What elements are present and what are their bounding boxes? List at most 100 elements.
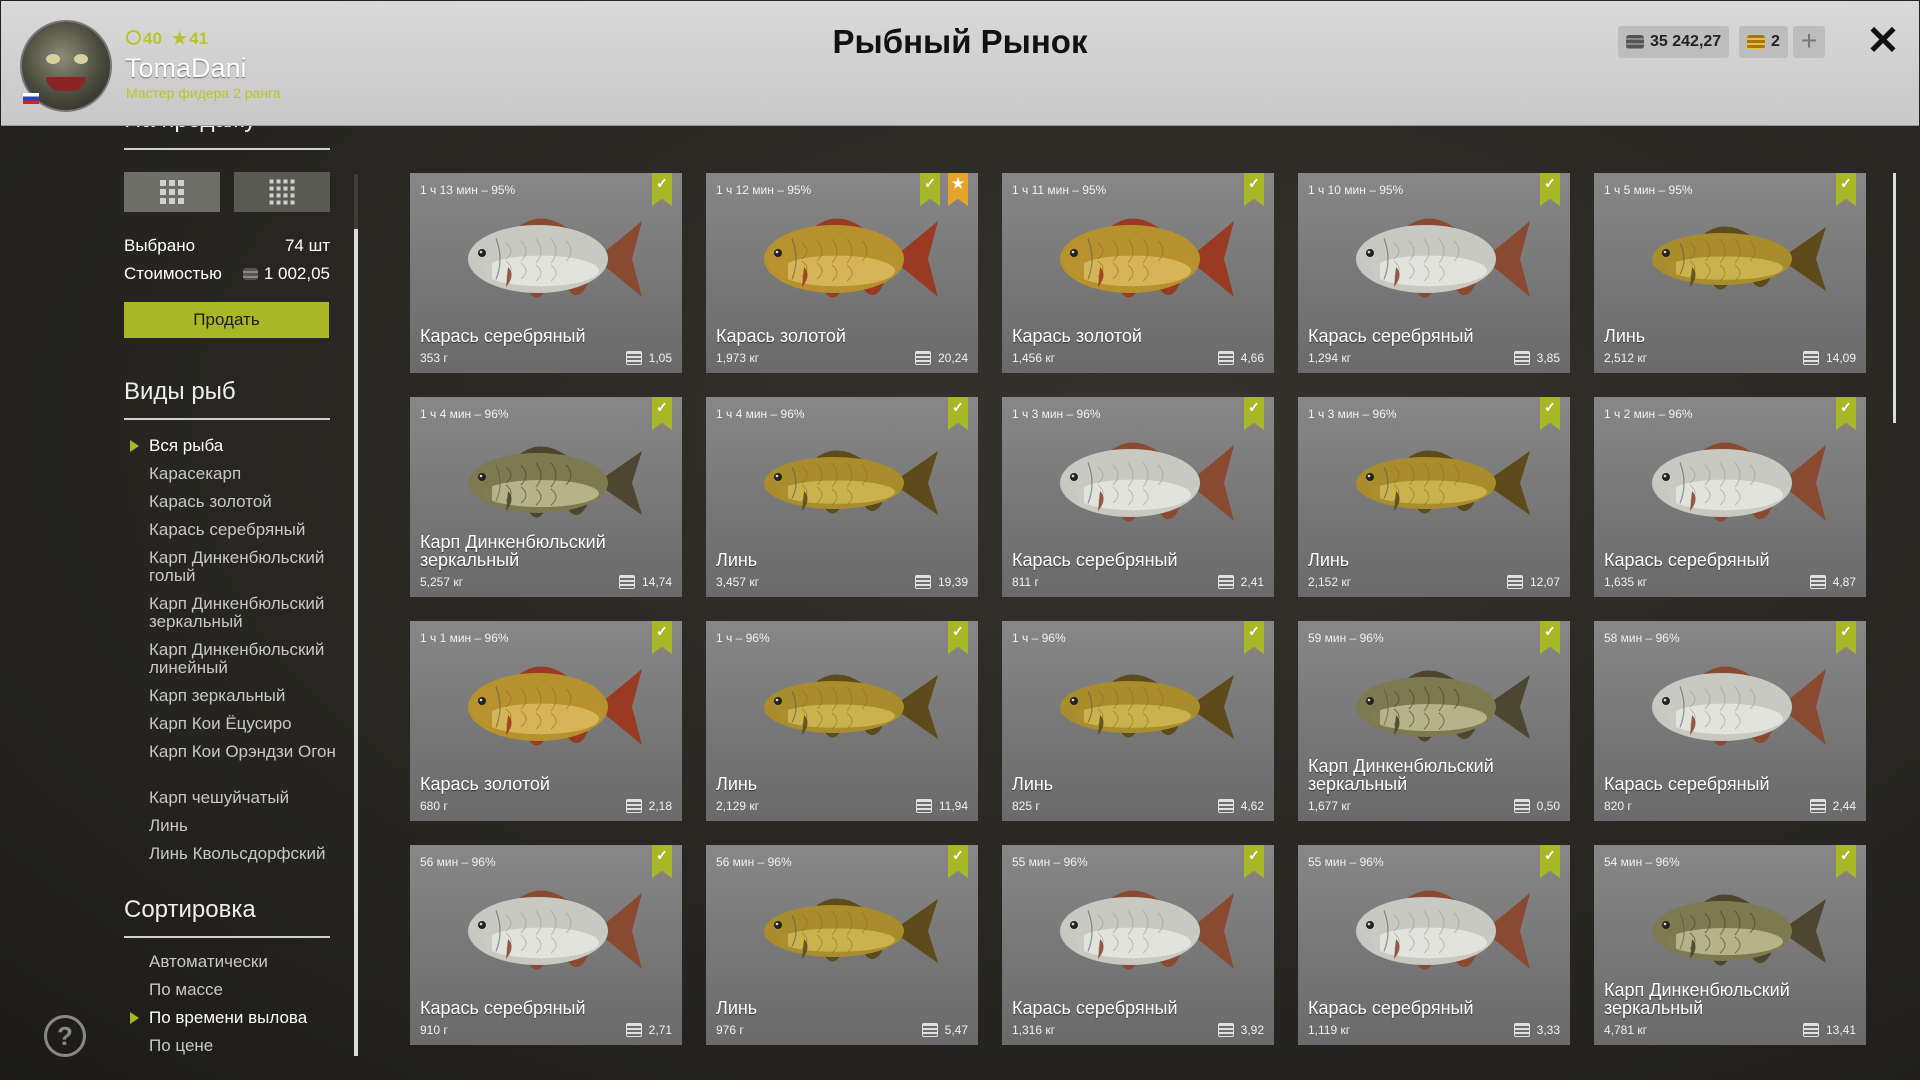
silver-coins-icon	[1626, 35, 1644, 49]
fish-weight: 1,677 кг	[1308, 799, 1351, 813]
silver-coins-icon	[1809, 799, 1826, 813]
fish-name: Карась серебряный	[1604, 774, 1770, 794]
fish-card[interactable]: 54 мин – 96% Карп Динкенбюльский зеркаль…	[1594, 845, 1866, 1045]
species-filter-item[interactable]: Линь Квольсдорфский	[149, 845, 339, 863]
fish-price: 20,24	[914, 351, 968, 365]
silver-coins-icon	[1217, 1023, 1234, 1037]
fish-card[interactable]: 59 мин – 96% Карп Динкенбюльский зеркаль…	[1298, 621, 1570, 821]
sidebar-scrollbar[interactable]	[354, 174, 358, 1056]
fish-card[interactable]: 1 ч 4 мин – 96% Карп Динкенбюльский зерк…	[410, 397, 682, 597]
fish-card[interactable]: 56 мин – 96% Карась серебряный 910 г 2,7…	[410, 845, 682, 1045]
selected-check-icon[interactable]: ✓	[652, 397, 672, 430]
price-value: 3,85	[1536, 351, 1560, 365]
fish-image	[1652, 894, 1826, 966]
fish-card[interactable]: 56 мин – 96% Линь 976 г 5,47 ✓	[706, 845, 978, 1045]
grid-scrollbar[interactable]	[1893, 173, 1896, 423]
fish-card[interactable]: 1 ч – 96% Линь 2,129 кг 11,94 ✓	[706, 621, 978, 821]
species-filter-item[interactable]: Карась серебряный	[149, 521, 339, 539]
selected-check-icon[interactable]: ✓	[1244, 621, 1264, 654]
silver-coins-icon	[1513, 351, 1530, 365]
fish-card[interactable]: 58 мин – 96% Карась серебряный 820 г 2,4…	[1594, 621, 1866, 821]
fish-card[interactable]: 1 ч 3 мин – 96% Линь 2,152 кг 12,07 ✓	[1298, 397, 1570, 597]
selected-check-icon[interactable]: ✓	[652, 173, 672, 206]
species-filter-item[interactable]: Вся рыба	[130, 437, 339, 455]
fish-weight: 2,129 кг	[716, 799, 759, 813]
fish-price: 4,87	[1809, 575, 1856, 589]
species-filter-item[interactable]: Карп Динкенбюльский линейный	[149, 641, 339, 677]
silver-coins-icon	[625, 1023, 642, 1037]
fish-name: Карась золотой	[420, 774, 550, 794]
fish-card[interactable]: 1 ч 4 мин – 96% Линь 3,457 кг 19,39 ✓	[706, 397, 978, 597]
selected-arrow-icon	[130, 440, 139, 452]
price-value: 2,71	[648, 1023, 672, 1037]
fish-price: 5,47	[921, 1023, 968, 1037]
selected-label: Выбрано	[124, 236, 196, 255]
selected-check-icon[interactable]: ✓	[652, 621, 672, 654]
species-filter-item[interactable]: Карасекарп	[149, 465, 339, 483]
help-button[interactable]: ?	[44, 1015, 86, 1057]
fish-card[interactable]: 1 ч 1 мин – 96% Карась золотой 680 г 2,1…	[410, 621, 682, 821]
fish-card[interactable]: 1 ч 5 мин – 95% Линь 2,512 кг 14,09 ✓	[1594, 173, 1866, 373]
fish-card[interactable]: 55 мин – 96% Карась серебряный 1,119 кг …	[1298, 845, 1570, 1045]
selected-check-icon[interactable]: ✓	[652, 845, 672, 878]
species-filter-item[interactable]: Карась золотой	[149, 493, 339, 511]
large-grid-view-button[interactable]	[124, 172, 220, 212]
species-filter-item[interactable]: Карп Динкенбюльский голый	[149, 549, 339, 585]
sort-option[interactable]: Автоматически	[149, 953, 339, 971]
sort-option[interactable]: По массе	[149, 981, 339, 999]
fish-weight: 680 г	[420, 799, 448, 813]
price-value: 19,39	[937, 575, 968, 589]
selected-check-icon[interactable]: ✓	[1244, 845, 1264, 878]
species-filter-item[interactable]: Линь	[149, 817, 339, 835]
species-filter-label: Карась золотой	[149, 492, 272, 511]
close-button[interactable]: ✕	[1863, 19, 1903, 63]
selected-check-icon[interactable]: ✓	[1836, 397, 1856, 430]
species-filter-label: Карп чешуйчатый	[149, 788, 290, 807]
fish-card[interactable]: 1 ч 12 мин – 95% Карась золотой 1,973 кг…	[706, 173, 978, 373]
fish-price: 14,09	[1802, 351, 1856, 365]
fish-weight: 820 г	[1604, 799, 1632, 813]
fish-card[interactable]: 1 ч – 96% Линь 825 г 4,62 ✓	[1002, 621, 1274, 821]
fish-image	[468, 218, 642, 298]
selected-check-icon[interactable]: ✓	[948, 845, 968, 878]
selected-check-icon[interactable]: ✓	[1540, 173, 1560, 206]
fish-card[interactable]: 1 ч 13 мин – 95% Карась серебряный 353 г…	[410, 173, 682, 373]
section-sort-heading: Сортировка	[124, 896, 256, 923]
species-filter-item[interactable]: Карп зеркальный	[149, 687, 339, 705]
selected-check-icon[interactable]: ✓	[920, 173, 940, 206]
fish-card[interactable]: 1 ч 3 мин – 96% Карась серебряный 811 г …	[1002, 397, 1274, 597]
species-filter-item[interactable]: Карп Динкенбюльский зеркальный	[149, 595, 339, 631]
fish-card[interactable]: 1 ч 11 мин – 95% Карась золотой 1,456 кг…	[1002, 173, 1274, 373]
fish-price: 13,41	[1802, 1023, 1856, 1037]
fish-card[interactable]: 1 ч 2 мин – 96% Карась серебряный 1,635 …	[1594, 397, 1866, 597]
selected-check-icon[interactable]: ✓	[1244, 397, 1264, 430]
divider	[124, 936, 330, 938]
species-filter-label: Карп Кои Ёцусиро	[149, 714, 292, 733]
species-filter-label: Линь Квольсдорфский	[149, 844, 326, 863]
fish-image	[1060, 218, 1234, 298]
selected-check-icon[interactable]: ✓	[1836, 621, 1856, 654]
sidebar-scroll-thumb[interactable]	[354, 229, 358, 1056]
sort-option[interactable]: По цене	[149, 1037, 339, 1055]
selected-check-icon[interactable]: ✓	[1244, 173, 1264, 206]
species-filter-item[interactable]: Карп Кои Ёцусиро	[149, 715, 339, 733]
sort-option[interactable]: По времени вылова	[130, 1009, 339, 1027]
species-filter-item[interactable]: Карп Кои Орэндзи Огон	[149, 743, 339, 761]
selected-check-icon[interactable]: ✓	[948, 621, 968, 654]
selected-check-icon[interactable]: ✓	[948, 397, 968, 430]
fish-card[interactable]: 55 мин – 96% Карась серебряный 1,316 кг …	[1002, 845, 1274, 1045]
sell-button[interactable]: Продать	[124, 302, 329, 338]
species-filter-item[interactable]: Карп чешуйчатый	[149, 789, 339, 807]
selected-check-icon[interactable]: ✓	[1540, 845, 1560, 878]
small-grid-view-button[interactable]	[234, 172, 330, 212]
selected-check-icon[interactable]: ✓	[1540, 397, 1560, 430]
selected-check-icon[interactable]: ✓	[1836, 845, 1856, 878]
catch-time: 59 мин – 96%	[1308, 631, 1384, 645]
fish-card[interactable]: 1 ч 10 мин – 95% Карась серебряный 1,294…	[1298, 173, 1570, 373]
add-currency-button[interactable]: +	[1793, 26, 1825, 58]
fish-image	[1060, 890, 1234, 970]
selected-count: 74 шт	[284, 236, 330, 255]
selected-check-icon[interactable]: ✓	[1540, 621, 1560, 654]
favorite-star-icon[interactable]: ★	[948, 173, 968, 206]
selected-check-icon[interactable]: ✓	[1836, 173, 1856, 206]
